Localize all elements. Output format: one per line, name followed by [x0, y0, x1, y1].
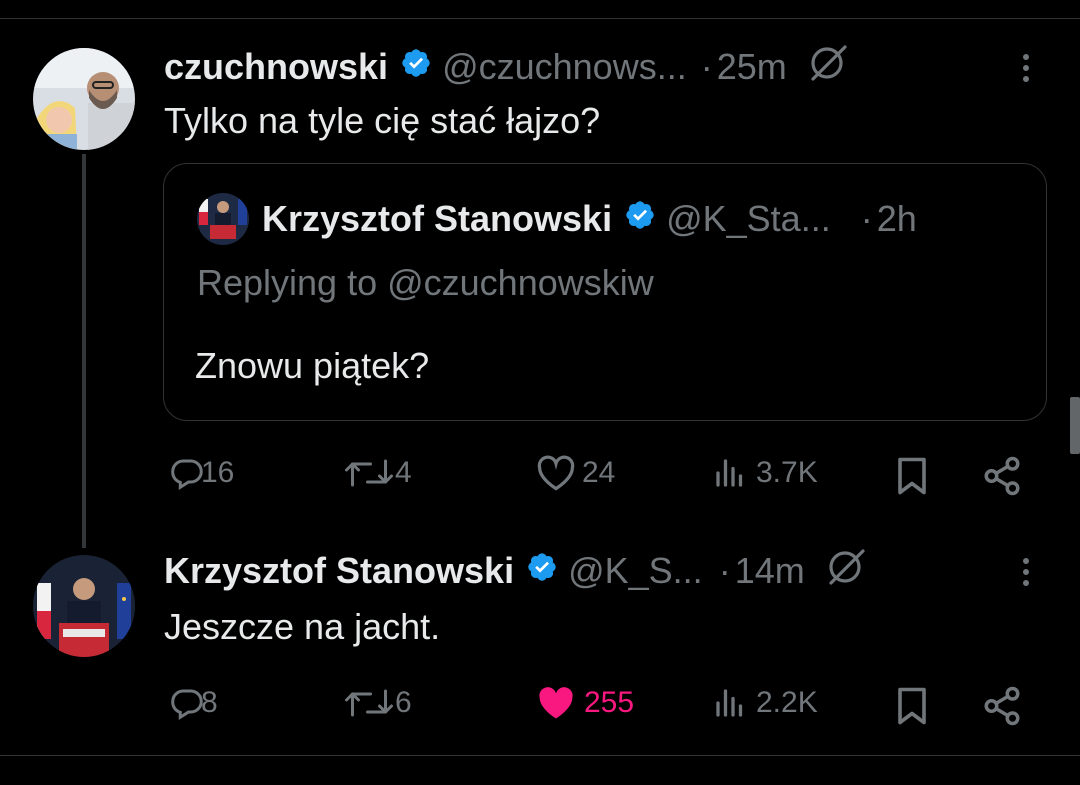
quote-header: Krzysztof Stanowski @K_Sta... · 2h: [262, 196, 917, 242]
quote-timestamp[interactable]: 2h: [877, 198, 917, 240]
grok-icon[interactable]: [807, 43, 851, 92]
tweet2-share-button[interactable]: [980, 685, 1024, 727]
reply-icon: [171, 689, 203, 720]
tweet1-bookmark-button[interactable]: [894, 455, 930, 497]
tweet2-more-options-icon[interactable]: [1022, 558, 1030, 591]
reply-icon: [171, 459, 203, 490]
tweet1-display-name[interactable]: czuchnowski: [164, 46, 388, 88]
repost-icon: [345, 689, 393, 717]
tweet1-more-options-icon[interactable]: [1022, 54, 1030, 87]
tweet1-handle[interactable]: @czuchnows...: [442, 46, 687, 88]
tweet1-reply-count: 16: [201, 456, 235, 489]
views-icon: [716, 689, 743, 717]
avatar-stanowski[interactable]: [33, 555, 135, 657]
scrollbar-thumb[interactable]: [1070, 397, 1080, 454]
tweet2-repost-count: 6: [395, 686, 412, 719]
grok-icon[interactable]: [825, 547, 869, 596]
avatar-czuchnowski[interactable]: [33, 48, 135, 150]
views-icon: [716, 459, 743, 487]
tweet2-text: Jeszcze na jacht.: [164, 606, 441, 647]
tweet2-handle[interactable]: @K_S...: [568, 550, 703, 592]
tweet1-repost-count: 4: [395, 456, 412, 489]
quote-avatar-stanowski[interactable]: [197, 193, 249, 245]
tweet2-separator: ·: [718, 550, 731, 591]
tweet2-reply-count: 8: [201, 686, 218, 719]
tweet2-repost-button[interactable]: 6: [341, 685, 412, 721]
tweet1-reply-button[interactable]: 16: [169, 455, 234, 491]
verified-badge-icon: [526, 550, 558, 592]
verified-badge-icon: [400, 46, 432, 88]
tweet2-bookmark-button[interactable]: [894, 685, 930, 727]
tweet2-header: Krzysztof Stanowski @K_S... · 14m: [164, 548, 869, 592]
tweet1-timestamp[interactable]: 25m: [717, 46, 787, 88]
tweet2-display-name[interactable]: Krzysztof Stanowski: [164, 550, 514, 592]
tweet2-reply-button[interactable]: 8: [169, 685, 218, 721]
tweet2-views-button[interactable]: 2.2K: [712, 685, 818, 721]
tweet2-timestamp[interactable]: 14m: [735, 550, 805, 592]
bookmark-icon: [898, 457, 926, 495]
quote-replying-to[interactable]: Replying to @czuchnowskiw: [197, 262, 654, 304]
tweet1-share-button[interactable]: [980, 455, 1024, 497]
quote-separator: ·: [860, 198, 873, 239]
tweet1-header: czuchnowski @czuchnows... · 25m: [164, 44, 851, 88]
thread-connector-line: [82, 154, 86, 548]
heart-icon: [537, 455, 575, 491]
bottom-divider: [0, 755, 1080, 756]
quote-handle[interactable]: @K_Sta...: [666, 198, 831, 240]
top-divider: [0, 18, 1080, 19]
verified-badge-icon: [624, 198, 656, 240]
tweet2-like-button[interactable]: 255: [536, 685, 634, 721]
bookmark-icon: [898, 687, 926, 725]
tweet1-views-button[interactable]: 3.7K: [712, 455, 818, 491]
tweet2-view-count: 2.2K: [756, 686, 818, 719]
share-icon: [984, 686, 1020, 726]
tweet1-like-count: 24: [582, 456, 616, 489]
tweet1-repost-button[interactable]: 4: [341, 455, 412, 491]
heart-filled-icon: [539, 687, 573, 719]
tweet2-like-count: 255: [584, 686, 635, 719]
quote-display-name[interactable]: Krzysztof Stanowski: [262, 198, 612, 240]
tweet1-like-button[interactable]: 24: [536, 455, 615, 491]
tweet1-text: Tylko na tyle cię stać łajzo?: [164, 100, 601, 141]
tweet1-separator: ·: [700, 46, 713, 87]
quote-text: Znowu piątek?: [195, 345, 430, 386]
repost-icon: [345, 459, 393, 487]
share-icon: [984, 456, 1020, 496]
tweet1-view-count: 3.7K: [756, 456, 818, 489]
